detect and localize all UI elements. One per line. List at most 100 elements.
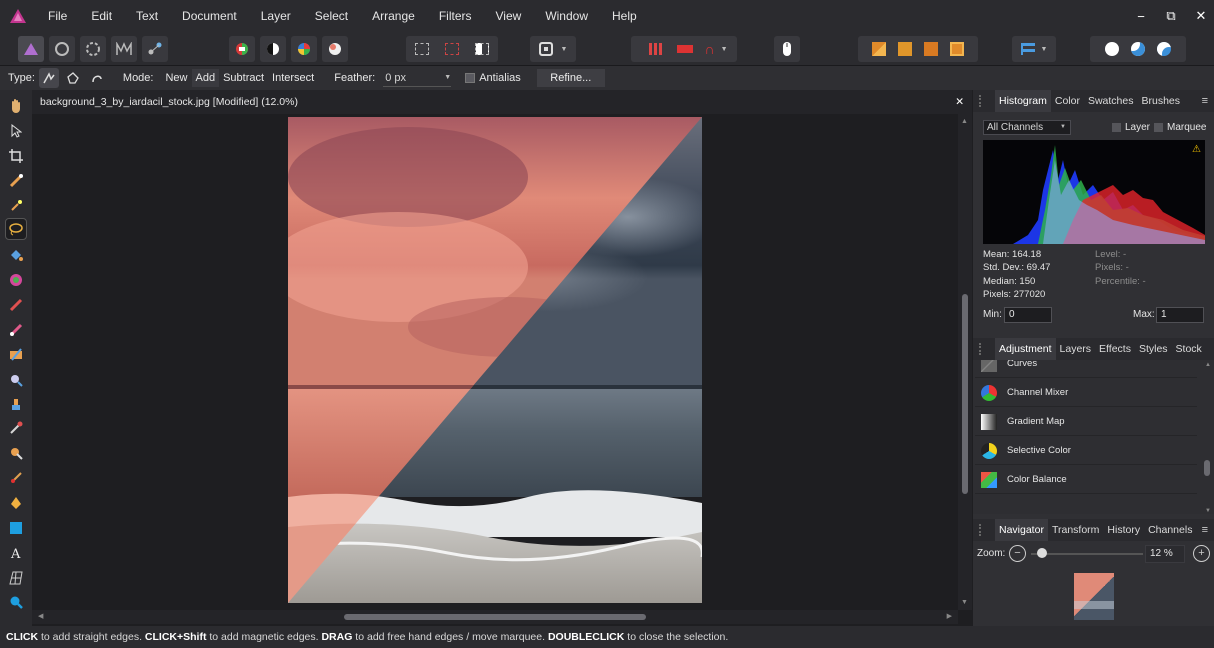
liquify-persona-icon[interactable] [49,36,75,62]
adjustment-scrollbar[interactable] [1204,460,1210,476]
adjustment-item-selective-color[interactable]: Selective Color [975,437,1197,465]
move-to-back-icon[interactable] [872,42,886,56]
scroll-up-icon[interactable]: ▲ [1205,362,1211,368]
menu-select[interactable]: Select [303,0,360,32]
layer-checkbox[interactable] [1112,123,1121,132]
zoom-slider-thumb[interactable] [1037,548,1047,558]
scroll-thumb[interactable] [344,614,646,620]
restore-button[interactable]: ⧉ [1164,8,1178,24]
scroll-up-icon[interactable]: ▲ [961,118,968,125]
channels-dropdown[interactable]: All Channels ▼ [983,120,1071,135]
move-to-front-icon[interactable] [950,42,964,56]
menu-window[interactable]: Window [533,0,600,32]
add-shape-icon[interactable] [1105,42,1119,56]
auto-colors-icon[interactable] [291,36,317,62]
text-tool-icon[interactable]: A [5,542,27,564]
gradient-tool-icon[interactable] [5,269,27,291]
panel-grip-icon[interactable] [979,524,989,536]
tab-color[interactable]: Color [1051,90,1084,112]
fill-tool-icon[interactable] [5,244,27,266]
crop-tool-icon[interactable] [5,145,27,167]
panel-menu-icon[interactable]: ≡ [1202,524,1208,536]
max-input[interactable]: 1 [1156,307,1204,323]
mesh-warp-tool-icon[interactable] [5,567,27,589]
zoom-in-icon[interactable]: + [1193,545,1210,562]
tab-channels[interactable]: Channels [1144,519,1196,541]
polygonal-type-icon[interactable] [63,68,83,88]
subtract-shape-icon[interactable] [1131,42,1145,56]
document-tab[interactable]: background_3_by_iardacil_stock.jpg [Modi… [32,90,972,114]
mode-subtract-button[interactable]: Subtract [219,69,269,87]
move-forward-one-icon[interactable] [924,42,938,56]
panel-menu-icon[interactable]: ≡ [1202,95,1208,107]
inpainting-tool-icon[interactable] [5,417,27,439]
scroll-down-icon[interactable]: ▼ [961,599,968,606]
smudge-tool-icon[interactable] [5,442,27,464]
marquee-checkbox[interactable] [1154,123,1163,132]
menu-edit[interactable]: Edit [79,0,124,32]
develop-persona-icon[interactable] [80,36,106,62]
grid-icon[interactable] [648,43,663,55]
adjustment-item-curves[interactable]: Curves [975,360,1197,378]
close-window-button[interactable]: ✕ [1194,8,1208,24]
menu-layer[interactable]: Layer [249,0,303,32]
close-document-icon[interactable]: ✕ [955,90,964,114]
dodge-tool-icon[interactable] [5,344,27,366]
navigator-thumbnail[interactable] [1074,573,1114,620]
horizontal-scrollbar[interactable]: ◀ ▶ [32,610,958,624]
menu-view[interactable]: View [484,0,534,32]
export-persona-icon[interactable] [142,36,168,62]
hand-tool-icon[interactable] [5,95,27,117]
alignment-button[interactable]: ▼ [1012,36,1056,62]
zoom-input[interactable]: 12 % [1145,545,1185,563]
scroll-down-icon[interactable]: ▼ [1205,508,1211,514]
menu-file[interactable]: File [36,0,79,32]
scroll-thumb[interactable] [962,294,968,494]
magnetic-type-icon[interactable] [87,68,107,88]
photo-persona-icon[interactable] [18,36,44,62]
vertical-scrollbar[interactable]: ▲ ▼ [958,114,972,610]
min-input[interactable]: 0 [1004,307,1052,323]
snapping-magnet-icon[interactable]: ∩ [705,41,715,57]
tab-navigator[interactable]: Navigator [995,519,1048,541]
red-eye-tool-icon[interactable] [5,467,27,489]
zoom-tool-icon[interactable] [5,591,27,613]
auto-white-balance-icon[interactable] [322,36,348,62]
feather-input[interactable]: 0 px ▼ [383,69,452,87]
zoom-out-icon[interactable]: − [1009,545,1026,562]
tab-styles[interactable]: Styles [1135,338,1172,360]
clone-tool-icon[interactable] [5,393,27,415]
freehand-type-icon[interactable] [38,68,59,88]
quick-mask-button[interactable]: ▼ [530,36,576,62]
tab-effects[interactable]: Effects [1095,338,1135,360]
selection-brush-tool-icon[interactable] [5,170,27,192]
panel-grip-icon[interactable] [979,95,989,107]
rectangle-tool-icon[interactable] [5,517,27,539]
auto-levels-icon[interactable] [229,36,255,62]
tab-swatches[interactable]: Swatches [1084,90,1138,112]
minimize-button[interactable]: − [1134,9,1148,24]
tab-brushes[interactable]: Brushes [1137,90,1184,112]
tab-stock[interactable]: Stock [1172,338,1206,360]
tab-histogram[interactable]: Histogram [995,90,1051,112]
auto-contrast-icon[interactable] [260,36,286,62]
assistant-icon[interactable] [676,45,693,53]
menu-filters[interactable]: Filters [427,0,484,32]
refine-button[interactable]: Refine... [536,69,605,87]
intersect-shape-icon[interactable] [1157,42,1171,56]
menu-document[interactable]: Document [170,0,249,32]
tab-transform[interactable]: Transform [1048,519,1103,541]
select-all-icon[interactable] [415,43,429,55]
tone-mapping-persona-icon[interactable] [111,36,137,62]
invert-selection-icon[interactable] [475,43,489,55]
mode-new-button[interactable]: New [161,69,192,87]
tab-adjustment[interactable]: Adjustment [995,338,1056,360]
adjustment-item-color-balance[interactable]: Color Balance [975,466,1197,494]
color-replacement-tool-icon[interactable] [5,319,27,341]
menu-text[interactable]: Text [124,0,170,32]
paint-brush-tool-icon[interactable] [5,294,27,316]
pen-tool-icon[interactable] [5,492,27,514]
tab-layers[interactable]: Layers [1056,338,1096,360]
adjustment-item-channel-mixer[interactable]: Channel Mixer [975,379,1197,407]
flood-select-tool-icon[interactable] [5,194,27,216]
